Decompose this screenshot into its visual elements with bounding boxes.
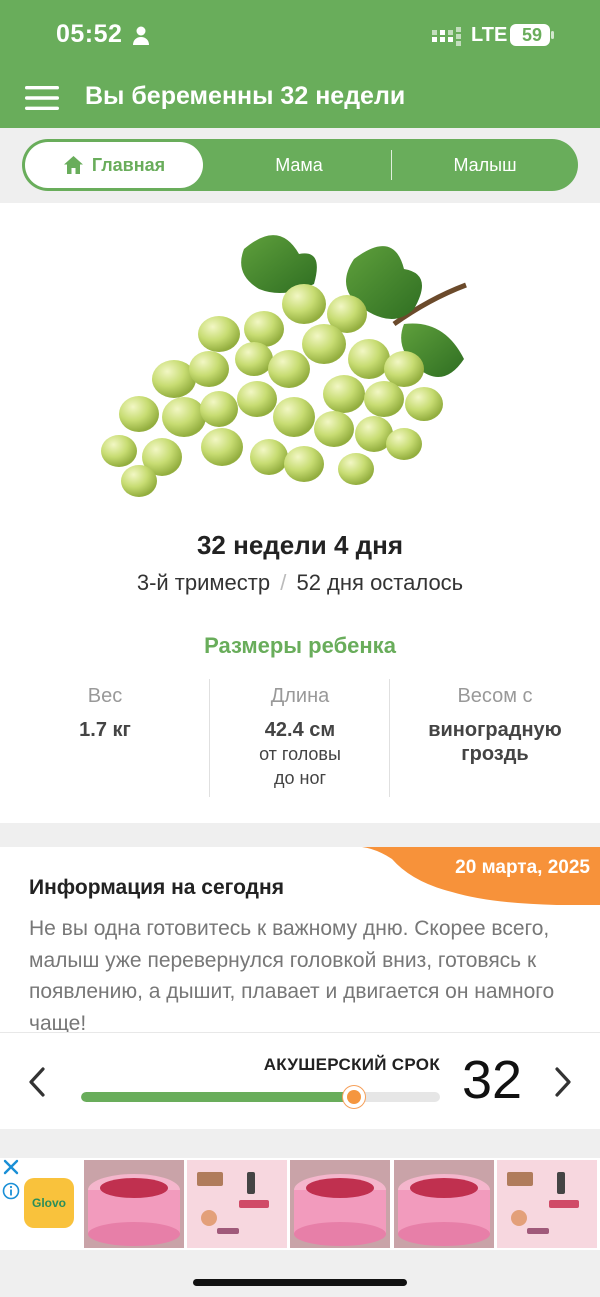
metric-comparison-label: Весом с [457,685,533,707]
ad-cake-image [290,1160,390,1248]
daily-info-card[interactable]: 20 марта, 2025 Информация на сегодня Не … [0,847,600,1037]
ad-cosmetics-image [497,1160,597,1248]
metric-length-value: 42.4 см [264,719,336,741]
ad-banner[interactable]: Glovo [0,1158,600,1250]
home-icon [63,156,83,174]
ad-cake-image [394,1160,494,1248]
page-title: Вы беременны 32 недели [85,82,406,110]
grapes-illustration [101,235,467,497]
glovo-logo[interactable]: Glovo [24,1178,74,1228]
segmented-tabs: Главная Мама Малыш [22,139,578,191]
metric-weight-value: 1.7 кг [79,719,131,741]
separator: / [280,570,287,595]
info-icon[interactable] [2,1182,20,1200]
person-icon [133,26,149,45]
date-label: 20 марта, 2025 [455,857,590,878]
metric-length: Длина 42.4 см от головы до ног [210,685,390,790]
metric-length-label: Длина [270,685,330,707]
chevron-right-icon[interactable] [552,1065,574,1099]
ad-cake-image [84,1160,184,1248]
close-icon[interactable] [2,1158,20,1176]
tab-home-label: Главная [91,154,166,175]
trimester-label: 3-й триместр [136,570,271,595]
term-slider-knob[interactable] [342,1086,365,1108]
tab-mama[interactable]: Мама [206,139,392,191]
days-left-label: 52 дня осталось [296,570,464,595]
metric-comparison-value2: гроздь [461,743,529,765]
menu-icon[interactable] [25,85,59,111]
baby-sizes-title: Размеры ребенка [204,633,396,658]
signal-icon [432,27,461,46]
metric-comparison: Весом с виноградную гроздь [390,685,600,766]
battery-level: 59 [521,25,543,45]
status-bar: 05:52 LTE 59 [0,0,600,70]
ad-cosmetics-image [187,1160,287,1248]
metric-weight: Вес 1.7 кг [0,685,210,742]
app-bar: Вы беременны 32 недели [0,70,600,128]
chevron-left-icon[interactable] [26,1065,48,1099]
term-slider-fill [81,1092,354,1102]
tab-baby[interactable]: Малыш [392,139,578,191]
tab-home[interactable]: Главная [25,142,203,188]
metric-length-sub1: от головы [259,744,341,764]
info-title: Информация на сегодня [29,876,284,899]
week-number: 32 [462,1050,523,1110]
metric-weight-label: Вес [87,685,123,707]
week-title: 32 недели 4 дня [196,530,404,560]
trimester-row: 3-й триместр / 52 дня осталось [0,570,600,596]
term-label: АКУШЕРСКИЙ СРОК [263,1055,440,1074]
term-slider-track[interactable] [81,1092,440,1102]
obstetric-term-panel: АКУШЕРСКИЙ СРОК 32 [0,1032,600,1129]
pregnancy-summary-card: 32 недели 4 дня 3-й триместр / 52 дня ос… [0,203,600,823]
status-time: 05:52 [56,20,123,48]
metric-length-sub2: до ног [273,768,327,788]
metric-comparison-value1: виноградную [428,719,562,741]
home-indicator[interactable] [193,1279,407,1286]
network-label: LTE [471,24,508,46]
info-body: Не вы одна готовитесь к важному дню. Ско… [29,917,555,1035]
